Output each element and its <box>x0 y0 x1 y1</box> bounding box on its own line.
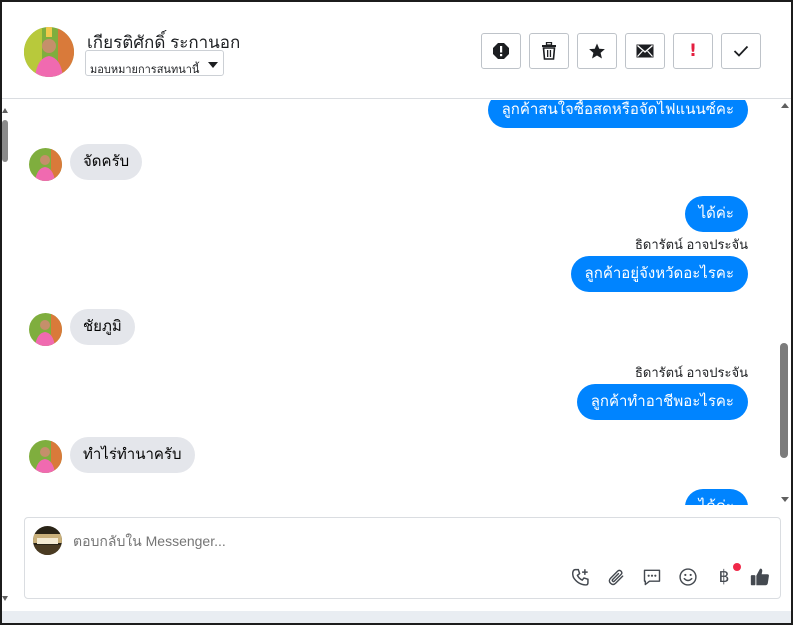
star-icon <box>589 43 605 59</box>
like-button[interactable] <box>748 565 772 589</box>
header-toolbar: ! <box>481 33 761 69</box>
saved-reply-icon <box>643 569 661 586</box>
contact-message-avatar <box>29 148 62 181</box>
outgoing-message[interactable]: ลูกค้าสนใจซื้อสดหรือจัดไฟแนนซ์คะ <box>487 100 748 128</box>
assign-conversation-dropdown[interactable]: มอบหมายการสนทนานี้ <box>85 50 224 76</box>
trash-icon <box>542 42 556 60</box>
star-button[interactable] <box>577 33 617 69</box>
exclamation-icon: ! <box>689 41 697 61</box>
like-icon <box>750 568 769 586</box>
assign-label: มอบหมายการสนทนานี้ <box>90 64 200 76</box>
notification-dot <box>733 563 741 571</box>
payment-button[interactable]: ฿ <box>712 563 741 589</box>
left-scroll-up-arrow[interactable] <box>2 108 8 113</box>
mark-done-button[interactable] <box>721 33 761 69</box>
scroll-down-arrow[interactable] <box>781 497 789 502</box>
incoming-message[interactable]: ชัยภูมิ <box>70 309 135 345</box>
contact-message-avatar <box>29 440 62 473</box>
reply-composer: ฿ <box>24 517 781 599</box>
mark-spam-button[interactable] <box>481 33 521 69</box>
mark-unread-button[interactable] <box>625 33 665 69</box>
conversation-header: เกียรติศักดิ์ ระกานอก มอบหมายการสนทนานี้… <box>2 2 791 99</box>
message-sender-name: ธิดารัตน์ อาจประจัน <box>634 365 748 380</box>
check-icon <box>733 45 749 57</box>
delete-button[interactable] <box>529 33 569 69</box>
emoji-button[interactable] <box>676 565 700 589</box>
outgoing-message[interactable]: ลูกค้าอยู่จังหวัดอะไรคะ <box>570 256 748 292</box>
outgoing-message[interactable]: ลูกค้าทำอาชีพอะไรคะ <box>576 384 748 420</box>
caret-down-icon <box>208 62 218 68</box>
envelope-icon <box>636 44 654 58</box>
left-scroll-thumb[interactable] <box>2 120 8 162</box>
phone-add-icon <box>571 568 589 586</box>
bottom-border-strip <box>2 611 791 623</box>
left-scroll-down-arrow[interactable] <box>2 596 8 601</box>
attachment-icon <box>608 569 624 586</box>
incoming-message[interactable]: จัดครับ <box>70 144 143 180</box>
call-button[interactable] <box>568 565 592 589</box>
attach-button[interactable] <box>604 565 628 589</box>
message-thread[interactable]: ลูกค้าสนใจซื้อสดหรือจัดไฟแนนซ์คะ จัดครับ… <box>10 100 777 505</box>
contact-message-avatar <box>29 313 62 346</box>
composer-actions: ฿ <box>568 563 772 589</box>
contact-avatar[interactable] <box>24 27 74 77</box>
saved-replies-button[interactable] <box>640 565 664 589</box>
incoming-message[interactable]: ทำไร่ทำนาครับ <box>70 437 195 473</box>
page-avatar <box>33 526 62 555</box>
scroll-thumb[interactable] <box>780 343 788 458</box>
spam-icon <box>493 43 509 59</box>
thread-scrollbar[interactable] <box>778 100 791 507</box>
outgoing-message[interactable]: ได้ค่ะ <box>684 196 748 232</box>
outgoing-message[interactable]: ได้ค่ะ <box>684 489 748 505</box>
scroll-up-arrow[interactable] <box>781 103 789 108</box>
emoji-icon <box>679 568 697 586</box>
left-edge-scrollbar[interactable] <box>2 100 10 605</box>
baht-payment-icon: ฿ <box>718 567 730 587</box>
message-sender-name: ธิดารัตน์ อาจประจัน <box>634 237 748 252</box>
follow-up-button[interactable]: ! <box>673 33 713 69</box>
reply-input[interactable] <box>73 533 673 549</box>
